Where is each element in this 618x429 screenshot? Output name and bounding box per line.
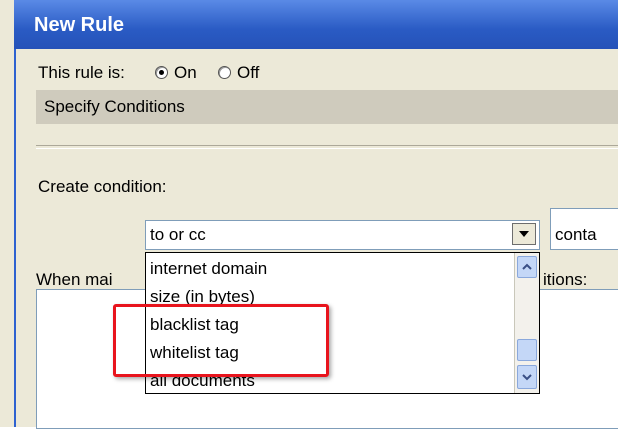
window-title: New Rule: [34, 14, 125, 36]
chevron-down-icon: [522, 374, 532, 381]
window-frame-left: [14, 0, 16, 427]
scroll-thumb[interactable]: [517, 339, 537, 361]
radio-on[interactable]: [155, 66, 168, 79]
chevron-up-icon: [522, 263, 532, 270]
condition-field-combo[interactable]: to or cc: [145, 220, 540, 250]
new-rule-dialog: New Rule This rule is: On Off Specify Co…: [0, 0, 618, 429]
title-bar[interactable]: New Rule: [14, 0, 618, 49]
annotation-highlight-box: [113, 304, 329, 377]
chevron-down-icon: [519, 231, 529, 237]
scroll-down-button[interactable]: [517, 365, 537, 389]
dropdown-item[interactable]: internet domain: [146, 255, 514, 283]
scroll-up-button[interactable]: [517, 256, 537, 278]
condition-field-value: to or cc: [150, 225, 206, 244]
dropdown-scrollbar[interactable]: [514, 253, 539, 393]
condition-operator-combo[interactable]: conta: [550, 208, 618, 250]
section-header-bar: Specify Conditions: [36, 90, 618, 124]
separator: [36, 145, 618, 149]
condition-field-dropdown-button[interactable]: [512, 223, 536, 245]
radio-on-label[interactable]: On: [174, 63, 197, 83]
when-mail-label-tail: itions:: [543, 270, 588, 289]
when-mail-label: When mai: [36, 270, 113, 289]
rule-status-label: This rule is:: [38, 63, 125, 82]
radio-off-label[interactable]: Off: [237, 63, 259, 83]
create-condition-label: Create condition:: [38, 177, 167, 196]
section-header: Specify Conditions: [44, 97, 185, 116]
radio-off[interactable]: [218, 66, 231, 79]
condition-operator-value: conta: [555, 225, 597, 244]
